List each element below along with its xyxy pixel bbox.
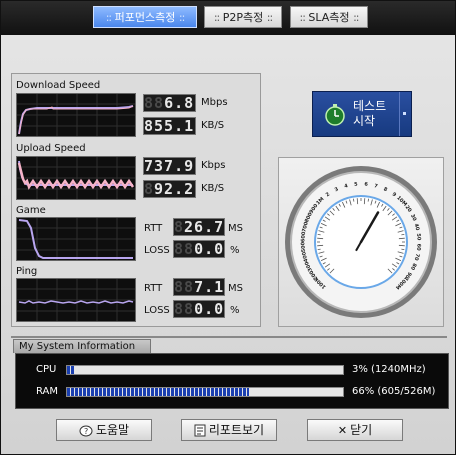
- upload-speed-label: Upload Speed: [16, 143, 86, 154]
- ping-loss-unit: %: [230, 305, 240, 316]
- tab-p2p[interactable]: :: P2P측정 ::: [204, 6, 282, 28]
- cpu-usage-bar: [66, 365, 344, 375]
- game-rtt-unit: MS: [228, 223, 243, 234]
- game-label: Game: [16, 205, 46, 216]
- game-loss-display: 880.0: [173, 240, 225, 258]
- download-graph-svg: [17, 94, 135, 136]
- gauge-tick-mark: [317, 244, 324, 247]
- ping-rtt-unit: MS: [228, 283, 243, 294]
- download-kbs-unit: KB/S: [201, 120, 225, 131]
- tab-sla[interactable]: :: SLA측정 ::: [290, 6, 368, 28]
- tab-dots: ::: [299, 11, 307, 24]
- cpu-label: CPU: [36, 364, 57, 375]
- gauge-tick-mark: [398, 237, 405, 240]
- upload-kbs-display: 892.2: [143, 180, 196, 198]
- download-kbs-display: 855.1: [143, 117, 196, 135]
- ping-loss-label: LOSS: [144, 305, 170, 316]
- download-mbps-display: 886.8: [143, 94, 196, 112]
- gauge-tick-label: 50: [415, 233, 422, 241]
- system-info-panel: CPU 3% (1240MHz) RAM 66% (605/526M): [15, 353, 449, 409]
- help-icon: ?: [79, 425, 93, 436]
- tab-dots: ::: [353, 11, 360, 24]
- start-test-line2: 시작: [353, 114, 376, 128]
- ping-loss-display: 880.0: [173, 300, 225, 318]
- ping-rtt-display: 887.1: [173, 278, 225, 296]
- gauge-tick-mark: [317, 234, 321, 236]
- upload-kbps-unit: Kbps: [201, 160, 226, 171]
- tab-dots: ::: [105, 11, 113, 24]
- tab-dots: ::: [266, 11, 274, 24]
- game-loss-label: LOSS: [144, 245, 170, 256]
- cpu-value: 3% (1240MHz): [352, 364, 426, 375]
- game-graph-svg: [17, 218, 135, 260]
- system-info-title: My System Information: [13, 339, 151, 353]
- gauge-tick-label: 60: [415, 243, 422, 251]
- tab-p2p-label: P2P측정: [222, 11, 264, 24]
- download-mbps-unit: Mbps: [201, 97, 228, 108]
- ram-usage-fill: [67, 388, 250, 396]
- app-window: :: 퍼포먼스측정 :: :: P2P측정 :: :: SLA측정 :: Dow…: [0, 0, 456, 455]
- close-button[interactable]: ✕ 닫기: [307, 419, 403, 441]
- svg-text:?: ?: [84, 427, 88, 436]
- start-test-line1: 테스트: [353, 99, 387, 113]
- upload-kbps-display: 737.9: [143, 157, 196, 175]
- gauge-tick-mark: [401, 234, 405, 236]
- tab-dots: ::: [213, 11, 221, 24]
- ping-label: Ping: [16, 266, 38, 277]
- game-rtt-display: 826.7: [173, 218, 225, 236]
- speed-gauge: 100K2003004005006007008009001M23 4 5 6 7 8910…: [285, 166, 437, 318]
- download-graph: [16, 93, 136, 137]
- upload-graph: [16, 156, 136, 200]
- ping-graph: [16, 278, 136, 322]
- upload-graph-svg: [17, 157, 135, 199]
- game-rtt-label: RTT: [144, 223, 163, 234]
- ping-graph-svg: [17, 279, 135, 321]
- help-button[interactable]: ? 도움말: [56, 419, 152, 441]
- view-report-button[interactable]: 리포트보기: [181, 419, 277, 441]
- ram-value: 66% (605/526M): [352, 386, 436, 397]
- tab-bar: :: 퍼포먼스측정 :: :: P2P측정 :: :: SLA측정 ::: [1, 1, 455, 35]
- start-test-label: 테스트 시작: [353, 99, 386, 129]
- upload-kbs-unit: KB/S: [201, 183, 225, 194]
- view-report-label: 리포트보기: [208, 423, 265, 437]
- ram-usage-bar: [66, 387, 344, 397]
- help-button-label: 도움말: [95, 423, 130, 437]
- tab-performance[interactable]: :: 퍼포먼스측정 ::: [93, 6, 197, 28]
- speed-gauge-panel: 100K 200 300 400 500 600 700 800 900 1M 2 3 4 5 6 7 8 9 10…: [278, 157, 444, 327]
- gauge-tick-mark: [401, 248, 405, 250]
- game-loss-unit: %: [230, 245, 240, 256]
- gauge-tick-mark: [356, 198, 359, 205]
- report-icon: [194, 424, 206, 437]
- gauge-tick-mark: [398, 244, 405, 247]
- system-divider: [11, 336, 447, 338]
- tab-performance-label: 퍼포먼스측정: [114, 11, 176, 24]
- ping-rtt-label: RTT: [144, 283, 163, 294]
- tab-sla-label: SLA측정: [308, 11, 350, 24]
- cpu-usage-fill: [67, 366, 76, 374]
- start-test-divider: [399, 92, 400, 136]
- ram-label: RAM: [36, 386, 59, 397]
- gauge-tick-mark: [363, 198, 366, 205]
- game-graph: [16, 217, 136, 261]
- gauge-tick-mark: [317, 248, 321, 250]
- tab-dots: ::: [178, 11, 186, 24]
- gauge-tick-mark: [317, 237, 324, 240]
- gauge-tick-mark: [353, 198, 355, 202]
- start-test-button[interactable]: 테스트 시작: [312, 91, 412, 137]
- upload-trace-lilac: [18, 160, 133, 186]
- stopwatch-icon: [325, 104, 345, 126]
- dropdown-dot-icon: [403, 112, 406, 115]
- download-trace-lilac: [18, 105, 134, 135]
- download-trace-pink: [18, 105, 134, 135]
- ping-trace: [18, 300, 134, 304]
- download-speed-label: Download Speed: [16, 80, 101, 91]
- close-icon: ✕: [337, 423, 348, 437]
- gauge-tick-mark: [367, 198, 369, 202]
- close-button-label: 닫기: [350, 423, 373, 437]
